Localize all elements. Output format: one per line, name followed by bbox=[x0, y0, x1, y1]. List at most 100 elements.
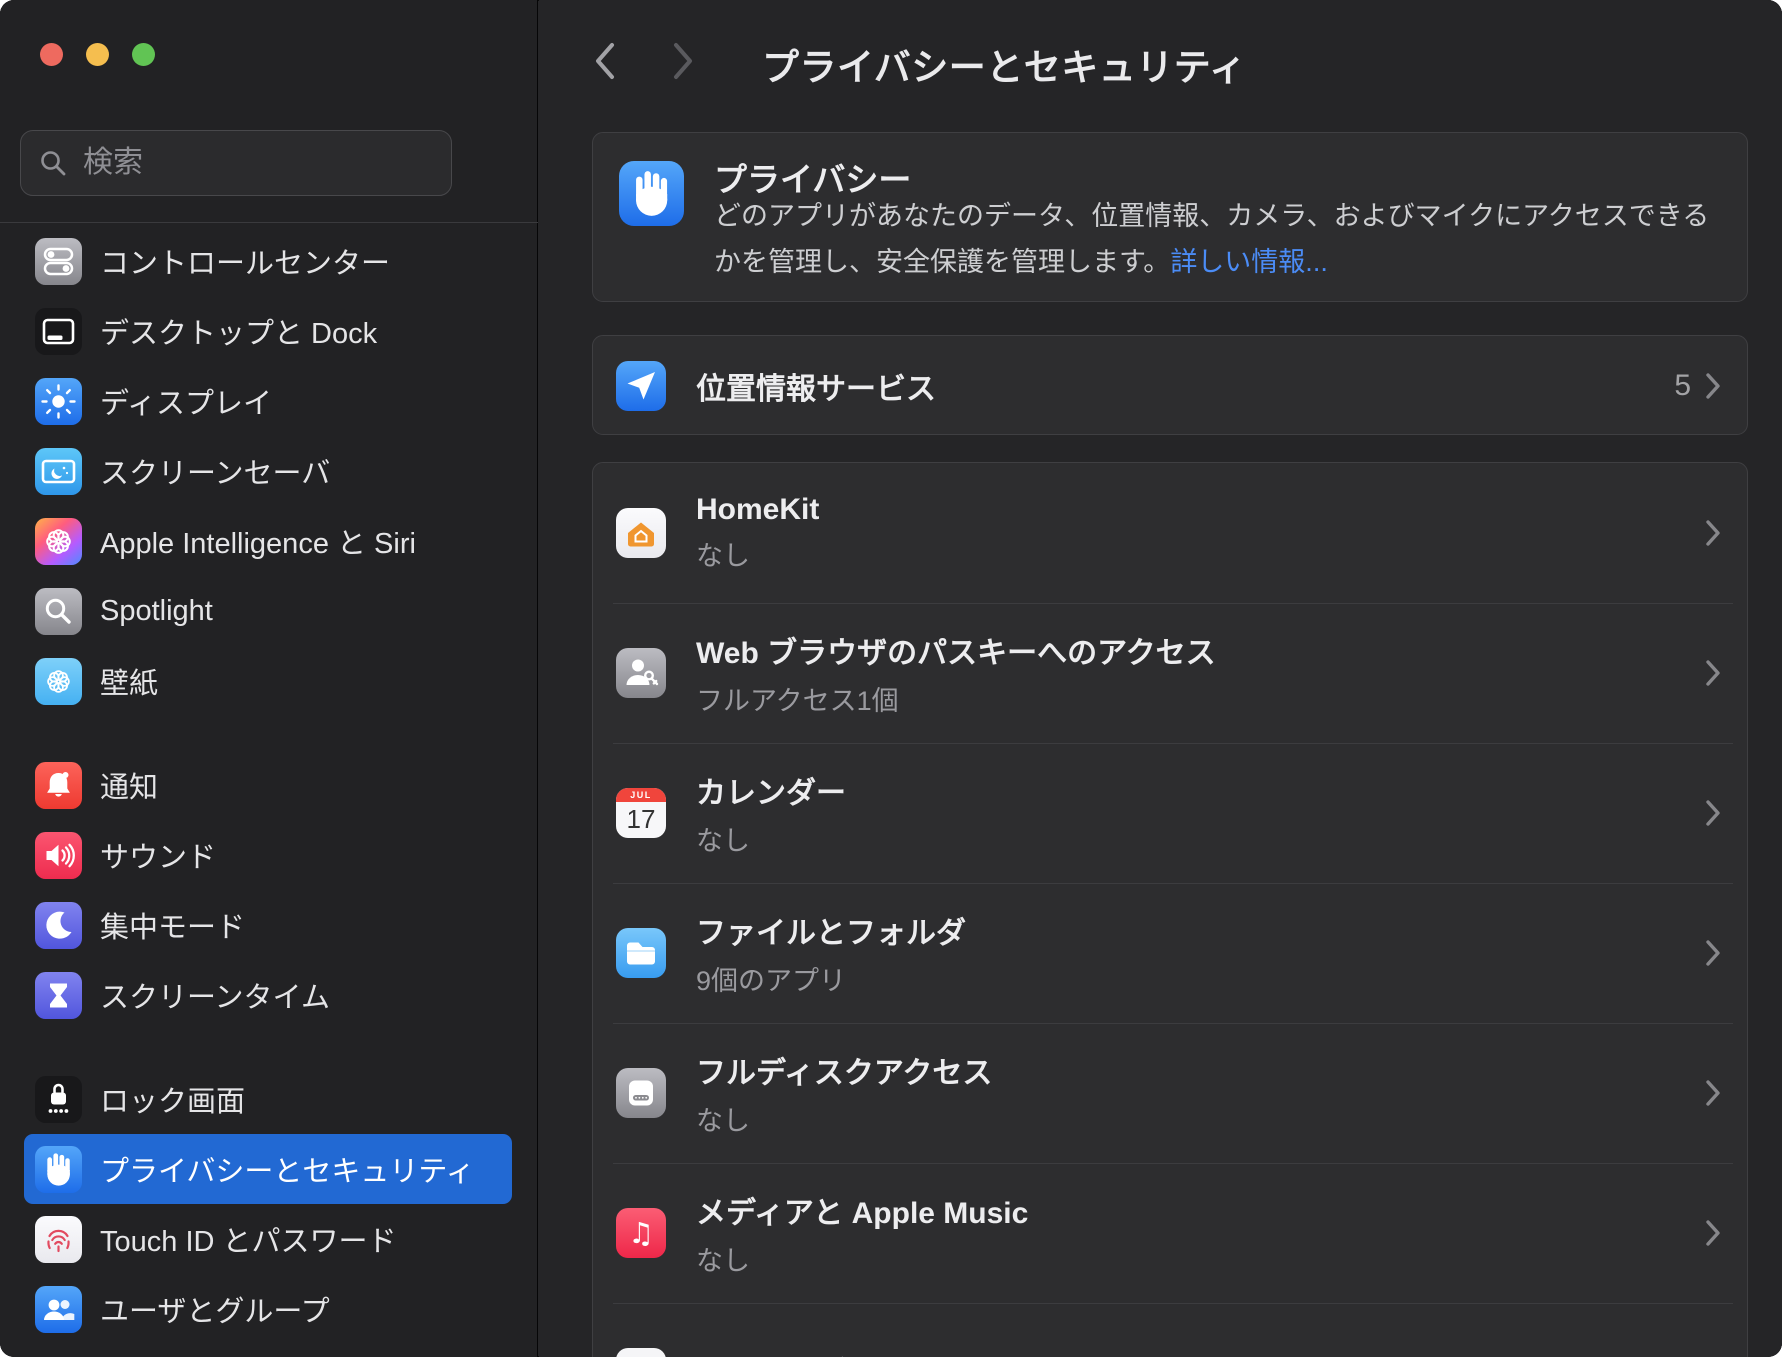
sidebar-item-label: プライバシーとセキュリティ bbox=[100, 1148, 475, 1190]
traffic-lights bbox=[40, 43, 155, 66]
sidebar-divider bbox=[0, 222, 538, 223]
sidebar-item-label: ユーザとグループ bbox=[100, 1288, 330, 1330]
sidebar-item-desktop-dock[interactable]: デスクトップと Dock bbox=[0, 296, 538, 366]
row-subtitle: なし bbox=[696, 1239, 1028, 1278]
search-input[interactable] bbox=[81, 145, 415, 181]
sound-icon bbox=[35, 832, 82, 879]
sidebar-item-control-center[interactable]: コントロールセンター bbox=[0, 226, 538, 296]
sidebar-item-label: Apple Intelligence と Siri bbox=[100, 520, 416, 562]
music-note-glyph: ♫ bbox=[628, 1219, 654, 1248]
apple-intelligence-icon bbox=[35, 518, 82, 565]
notifications-icon bbox=[35, 762, 82, 809]
sidebar-item-label: 集中モード bbox=[100, 904, 245, 946]
focus-icon bbox=[35, 902, 82, 949]
chevron-right-icon bbox=[1705, 939, 1721, 967]
zoom-button[interactable] bbox=[132, 43, 155, 66]
row-title: メディアと Apple Music bbox=[696, 1188, 1028, 1232]
reminders-row[interactable]: リマインダー bbox=[593, 1303, 1747, 1357]
sidebar-item-users-groups[interactable]: ユーザとグループ bbox=[0, 1274, 538, 1344]
homekit-row[interactable]: HomeKit なし bbox=[593, 463, 1747, 603]
sidebar-item-label: 壁紙 bbox=[100, 660, 158, 702]
sidebar-item-lock-screen[interactable]: ロック画面 bbox=[0, 1064, 538, 1134]
sidebar-item-label: デスクトップと Dock bbox=[100, 310, 377, 352]
row-title: 位置情報サービス bbox=[696, 364, 936, 408]
display-icon bbox=[35, 378, 82, 425]
files-folders-icon bbox=[616, 928, 666, 978]
row-subtitle: フルアクセス1個 bbox=[696, 679, 1216, 718]
chevron-right-icon bbox=[1705, 372, 1721, 400]
learn-more-link[interactable]: 詳しい情報... bbox=[1170, 247, 1328, 277]
chevron-right-icon bbox=[1705, 519, 1721, 547]
chevron-right-icon bbox=[1705, 799, 1721, 827]
sidebar: コントロールセンター デスクトップと Dock ディスプレイ bbox=[0, 0, 538, 1357]
location-services-card: 位置情報サービス 5 bbox=[592, 335, 1748, 435]
lock-screen-icon bbox=[35, 1076, 82, 1123]
row-subtitle: 9個のアプリ bbox=[696, 959, 966, 998]
passkeys-row[interactable]: Web ブラウザのパスキーへのアクセス フルアクセス1個 bbox=[593, 603, 1747, 743]
sidebar-item-displays[interactable]: ディスプレイ bbox=[0, 366, 538, 436]
media-apple-music-row[interactable]: ♫ メディアと Apple Music なし bbox=[593, 1163, 1747, 1303]
sidebar-item-focus[interactable]: 集中モード bbox=[0, 890, 538, 960]
sidebar-item-wallpaper[interactable]: 壁紙 bbox=[0, 646, 538, 716]
search-icon bbox=[39, 149, 67, 177]
chevron-right-icon bbox=[1705, 1219, 1721, 1247]
chevron-right-icon bbox=[1705, 1079, 1721, 1107]
screen-saver-icon bbox=[35, 448, 82, 495]
row-title: カレンダー bbox=[696, 768, 846, 812]
touch-id-icon bbox=[35, 1216, 82, 1263]
sidebar-item-touch-id[interactable]: Touch ID とパスワード bbox=[0, 1204, 538, 1274]
location-services-row[interactable]: 位置情報サービス 5 bbox=[593, 336, 1747, 436]
main-panel: プライバシーとセキュリティ プライバシー どのアプリがあなたのデータ、位置情報、… bbox=[539, 0, 1782, 1357]
users-groups-icon bbox=[35, 1286, 82, 1333]
calendar-icon: JUL 17 bbox=[616, 788, 666, 838]
sidebar-item-label: コントロールセンター bbox=[100, 240, 390, 282]
privacy-hand-icon bbox=[619, 161, 684, 226]
banner-description: どのアプリがあなたのデータ、位置情報、カメラ、およびマイクにアクセスできるかを管… bbox=[714, 193, 1724, 285]
reminders-icon bbox=[616, 1348, 666, 1357]
forward-button[interactable] bbox=[672, 41, 694, 81]
sidebar-item-notifications[interactable]: 通知 bbox=[0, 750, 538, 820]
calendar-row[interactable]: JUL 17 カレンダー なし bbox=[593, 743, 1747, 883]
sidebar-item-spotlight[interactable]: Spotlight bbox=[0, 576, 538, 646]
homekit-icon bbox=[616, 508, 666, 558]
sidebar-item-screen-saver[interactable]: スクリーンセーバ bbox=[0, 436, 538, 506]
row-title: Web ブラウザのパスキーへのアクセス bbox=[696, 628, 1216, 672]
privacy-security-icon bbox=[35, 1146, 82, 1193]
files-folders-row[interactable]: ファイルとフォルダ 9個のアプリ bbox=[593, 883, 1747, 1023]
screen-time-icon bbox=[35, 972, 82, 1019]
sidebar-item-screen-time[interactable]: スクリーンタイム bbox=[0, 960, 538, 1030]
row-title: リマインダー bbox=[696, 1348, 876, 1357]
row-subtitle: なし bbox=[696, 534, 819, 573]
back-button[interactable] bbox=[594, 41, 616, 81]
row-subtitle: なし bbox=[696, 819, 846, 858]
sidebar-item-label: Spotlight bbox=[100, 595, 213, 628]
close-button[interactable] bbox=[40, 43, 63, 66]
privacy-list-card: HomeKit なし Web ブラウザのパスキーへのアクセス フルアクセス1個 bbox=[592, 462, 1748, 1357]
full-disk-access-row[interactable]: フルディスクアクセス なし bbox=[593, 1023, 1747, 1163]
row-title: HomeKit bbox=[696, 493, 819, 527]
desktop-dock-icon bbox=[35, 308, 82, 355]
search-field[interactable] bbox=[20, 130, 452, 196]
location-services-icon bbox=[616, 361, 666, 411]
calendar-month: JUL bbox=[616, 788, 666, 802]
chevron-right-icon bbox=[1705, 659, 1721, 687]
privacy-banner-card: プライバシー どのアプリがあなたのデータ、位置情報、カメラ、およびマイクにアクセ… bbox=[592, 132, 1748, 302]
sidebar-item-label: スクリーンタイム bbox=[100, 974, 330, 1016]
sidebar-item-label: サウンド bbox=[100, 834, 216, 876]
media-apple-music-icon: ♫ bbox=[616, 1208, 666, 1258]
sidebar-item-label: ロック画面 bbox=[100, 1078, 245, 1120]
sidebar-item-label: スクリーンセーバ bbox=[100, 450, 330, 492]
page-title: プライバシーとセキュリティ bbox=[762, 37, 1247, 91]
minimize-button[interactable] bbox=[86, 43, 109, 66]
system-settings-window: コントロールセンター デスクトップと Dock ディスプレイ bbox=[0, 0, 1782, 1357]
sidebar-item-apple-intelligence-siri[interactable]: Apple Intelligence と Siri bbox=[0, 506, 538, 576]
full-disk-access-icon bbox=[616, 1068, 666, 1118]
sidebar-item-sound[interactable]: サウンド bbox=[0, 820, 538, 890]
control-center-icon bbox=[35, 238, 82, 285]
spotlight-icon bbox=[35, 588, 82, 635]
row-title: フルディスクアクセス bbox=[696, 1048, 992, 1092]
calendar-day: 17 bbox=[616, 802, 666, 838]
passkeys-icon bbox=[616, 648, 666, 698]
sidebar-item-label: Touch ID とパスワード bbox=[100, 1218, 397, 1260]
sidebar-item-privacy-security[interactable]: プライバシーとセキュリティ bbox=[24, 1134, 512, 1204]
